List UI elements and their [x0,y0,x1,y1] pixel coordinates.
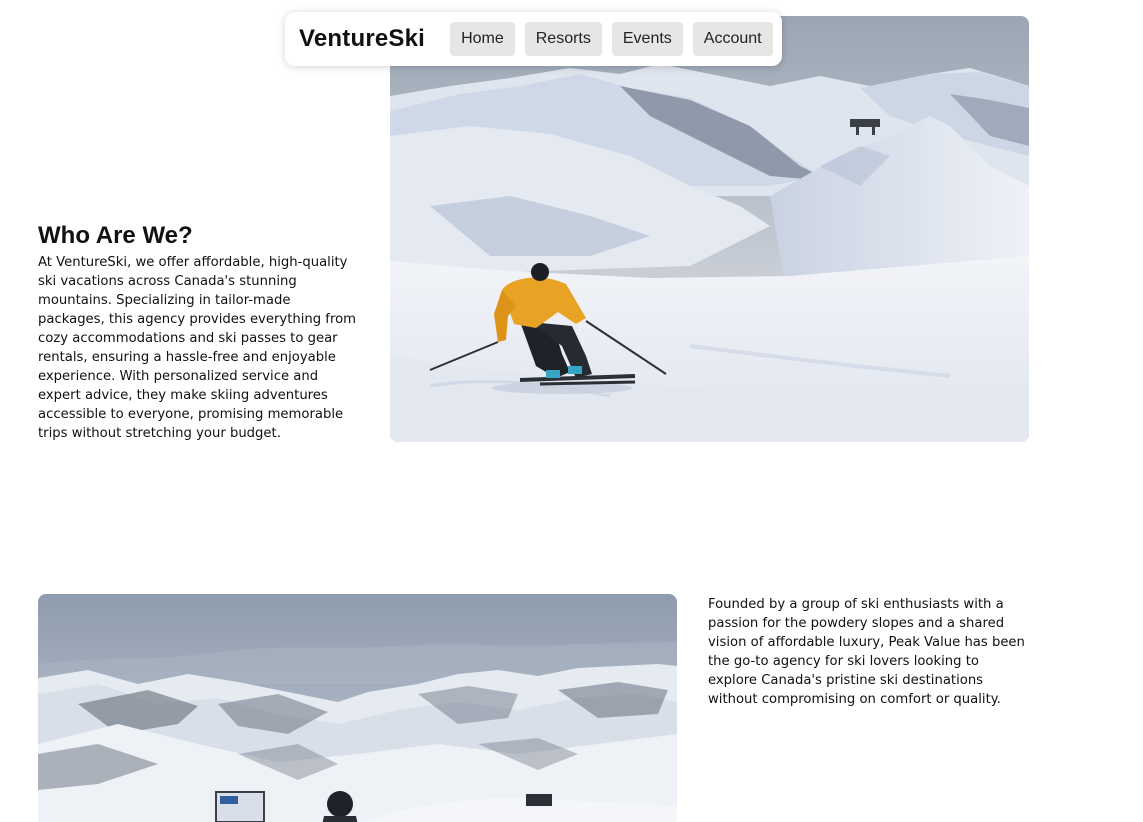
nav-resorts-button[interactable]: Resorts [524,22,602,56]
navbar: VentureSki Home Resorts Events Account [285,12,782,66]
mountain-range-photo [38,594,677,822]
nav-account-button[interactable]: Account [692,22,773,56]
brand-logo[interactable]: VentureSki [299,25,425,53]
nav-events-button[interactable]: Events [611,22,683,56]
skier-photo [390,16,1029,442]
founders-paragraph: Founded by a group of ski enthusiasts wi… [708,597,1025,707]
about-paragraph: At VentureSki, we offer affordable, high… [38,255,356,441]
nav-home-button[interactable]: Home [450,22,515,56]
page: VentureSki Home Resorts Events Account W… [0,0,1143,822]
section-heading: Who Are We? [38,222,193,249]
